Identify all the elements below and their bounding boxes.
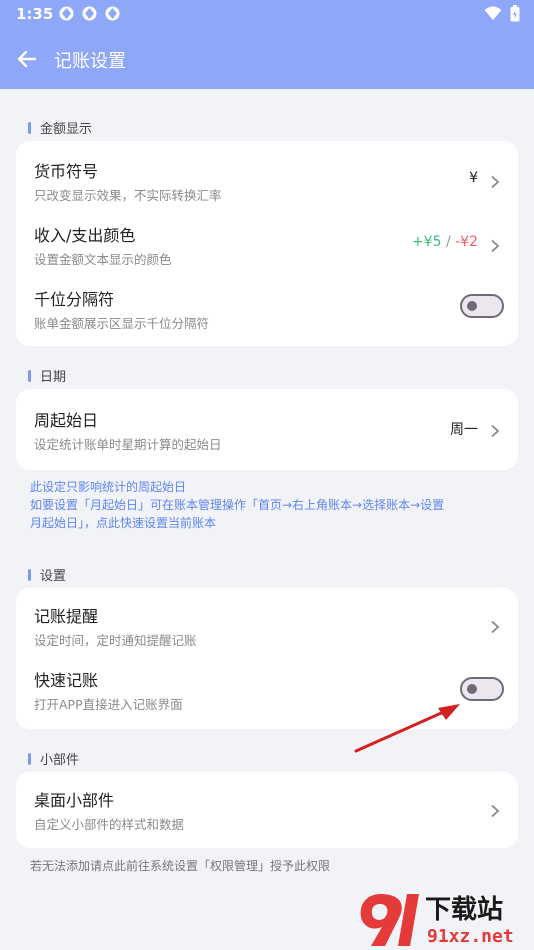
currency-symbol-row[interactable]: 货币符号 只改变显示效果，不实际转换汇率 ¥	[16, 149, 518, 213]
battery-icon	[510, 5, 520, 26]
row-title: 桌面小部件	[34, 791, 115, 810]
section-marker	[28, 568, 31, 581]
notification-icon	[58, 5, 75, 22]
widget-card: 桌面小部件 自定义小部件的样式和数据	[16, 772, 518, 848]
toggle-knob	[467, 684, 477, 694]
row-title: 货币符号	[34, 162, 99, 181]
desktop-widget-row[interactable]: 桌面小部件 自定义小部件的样式和数据	[16, 778, 518, 842]
annotation-arrow	[354, 704, 460, 753]
wifi-icon	[484, 6, 502, 25]
row-title: 周起始日	[34, 411, 99, 430]
permission-note[interactable]: 若无法添加请点此前往系统设置「权限管理」授予此权限	[30, 857, 330, 874]
section-header-settings: 设置	[28, 565, 66, 584]
notification-icons	[58, 5, 121, 22]
note-line: 如要设置「月起始日」可在账本管理操作「首页→右上角账本→选择账本→设置	[30, 498, 445, 512]
row-desc: 账单金额展示区显示千位分隔符	[34, 316, 210, 331]
color-preview: +¥5 / -¥2	[412, 234, 478, 250]
row-desc: 设定时间，定时通知提醒记账	[34, 633, 197, 648]
section-marker	[28, 369, 31, 382]
toggle-knob	[467, 301, 477, 311]
notification-icon	[81, 5, 98, 22]
row-desc: 只改变显示效果，不实际转换汇率	[34, 188, 222, 203]
watermark-site: 91xz.net	[427, 926, 514, 947]
row-title: 快速记账	[34, 671, 99, 690]
date-card: 周起始日 设定统计账单时星期计算的起始日 周一	[16, 389, 518, 470]
income-preview: +¥5	[411, 234, 442, 250]
chevron-right-icon	[490, 423, 500, 438]
section-marker	[28, 752, 31, 765]
section-title: 日期	[40, 370, 67, 385]
row-title: 千位分隔符	[34, 290, 115, 309]
week-start-value: 周一	[450, 422, 478, 438]
notification-icon	[104, 5, 121, 22]
back-arrow-icon[interactable]	[14, 46, 40, 72]
section-title: 金额显示	[40, 122, 93, 137]
section-header-amount: 金额显示	[28, 118, 92, 137]
section-title: 小部件	[40, 753, 80, 768]
row-desc: 设置金额文本显示的颜色	[34, 252, 172, 267]
app-bar: 1:35 记账设置	[0, 0, 534, 89]
amount-card: 货币符号 只改变显示效果，不实际转换汇率 ¥ 收入/支出颜色 设置金额文本显示的…	[16, 141, 518, 346]
status-bar: 1:35	[0, 0, 534, 28]
date-note[interactable]: 此设定只影响统计的周起始日 如要设置「月起始日」可在账本管理操作「首页→右上角账…	[30, 478, 510, 532]
row-desc: 打开APP直接进入记账界面	[34, 697, 183, 712]
chevron-right-icon	[490, 619, 500, 634]
section-marker	[28, 121, 31, 134]
note-line: 此设定只影响统计的周起始日	[30, 480, 187, 494]
chevron-right-icon	[490, 803, 500, 818]
row-title: 收入/支出颜色	[34, 226, 136, 245]
section-header-widget: 小部件	[28, 749, 79, 768]
page-title: 记账设置	[54, 51, 126, 72]
reminder-row[interactable]: 记账提醒 设定时间，定时通知提醒记账	[16, 594, 518, 658]
chevron-right-icon	[490, 174, 500, 189]
chevron-right-icon	[490, 238, 500, 253]
thousand-separator-toggle[interactable]	[460, 294, 504, 318]
row-desc: 设定统计账单时星期计算的起始日	[34, 437, 222, 452]
status-time: 1:35	[16, 5, 54, 23]
watermark-logo: 下载站 91xz.net	[360, 894, 514, 947]
currency-value: ¥	[469, 170, 478, 186]
row-title: 记账提醒	[34, 607, 99, 626]
section-header-date: 日期	[28, 366, 66, 385]
color-separator: /	[441, 234, 456, 250]
watermark-brand: 下载站	[425, 895, 503, 925]
income-expense-color-row[interactable]: 收入/支出颜色 设置金额文本显示的颜色 +¥5 / -¥2	[16, 213, 518, 277]
quick-record-toggle[interactable]	[460, 677, 504, 701]
row-desc: 自定义小部件的样式和数据	[34, 817, 185, 832]
week-start-row[interactable]: 周起始日 设定统计账单时星期计算的起始日 周一	[16, 398, 518, 462]
section-title: 设置	[40, 569, 67, 584]
status-right	[484, 5, 520, 26]
thousand-separator-row: 千位分隔符 账单金额展示区显示千位分隔符	[16, 277, 518, 341]
expense-preview: -¥2	[455, 234, 478, 250]
note-line: 月起始日」，点此快速设置当前账本	[30, 516, 217, 530]
